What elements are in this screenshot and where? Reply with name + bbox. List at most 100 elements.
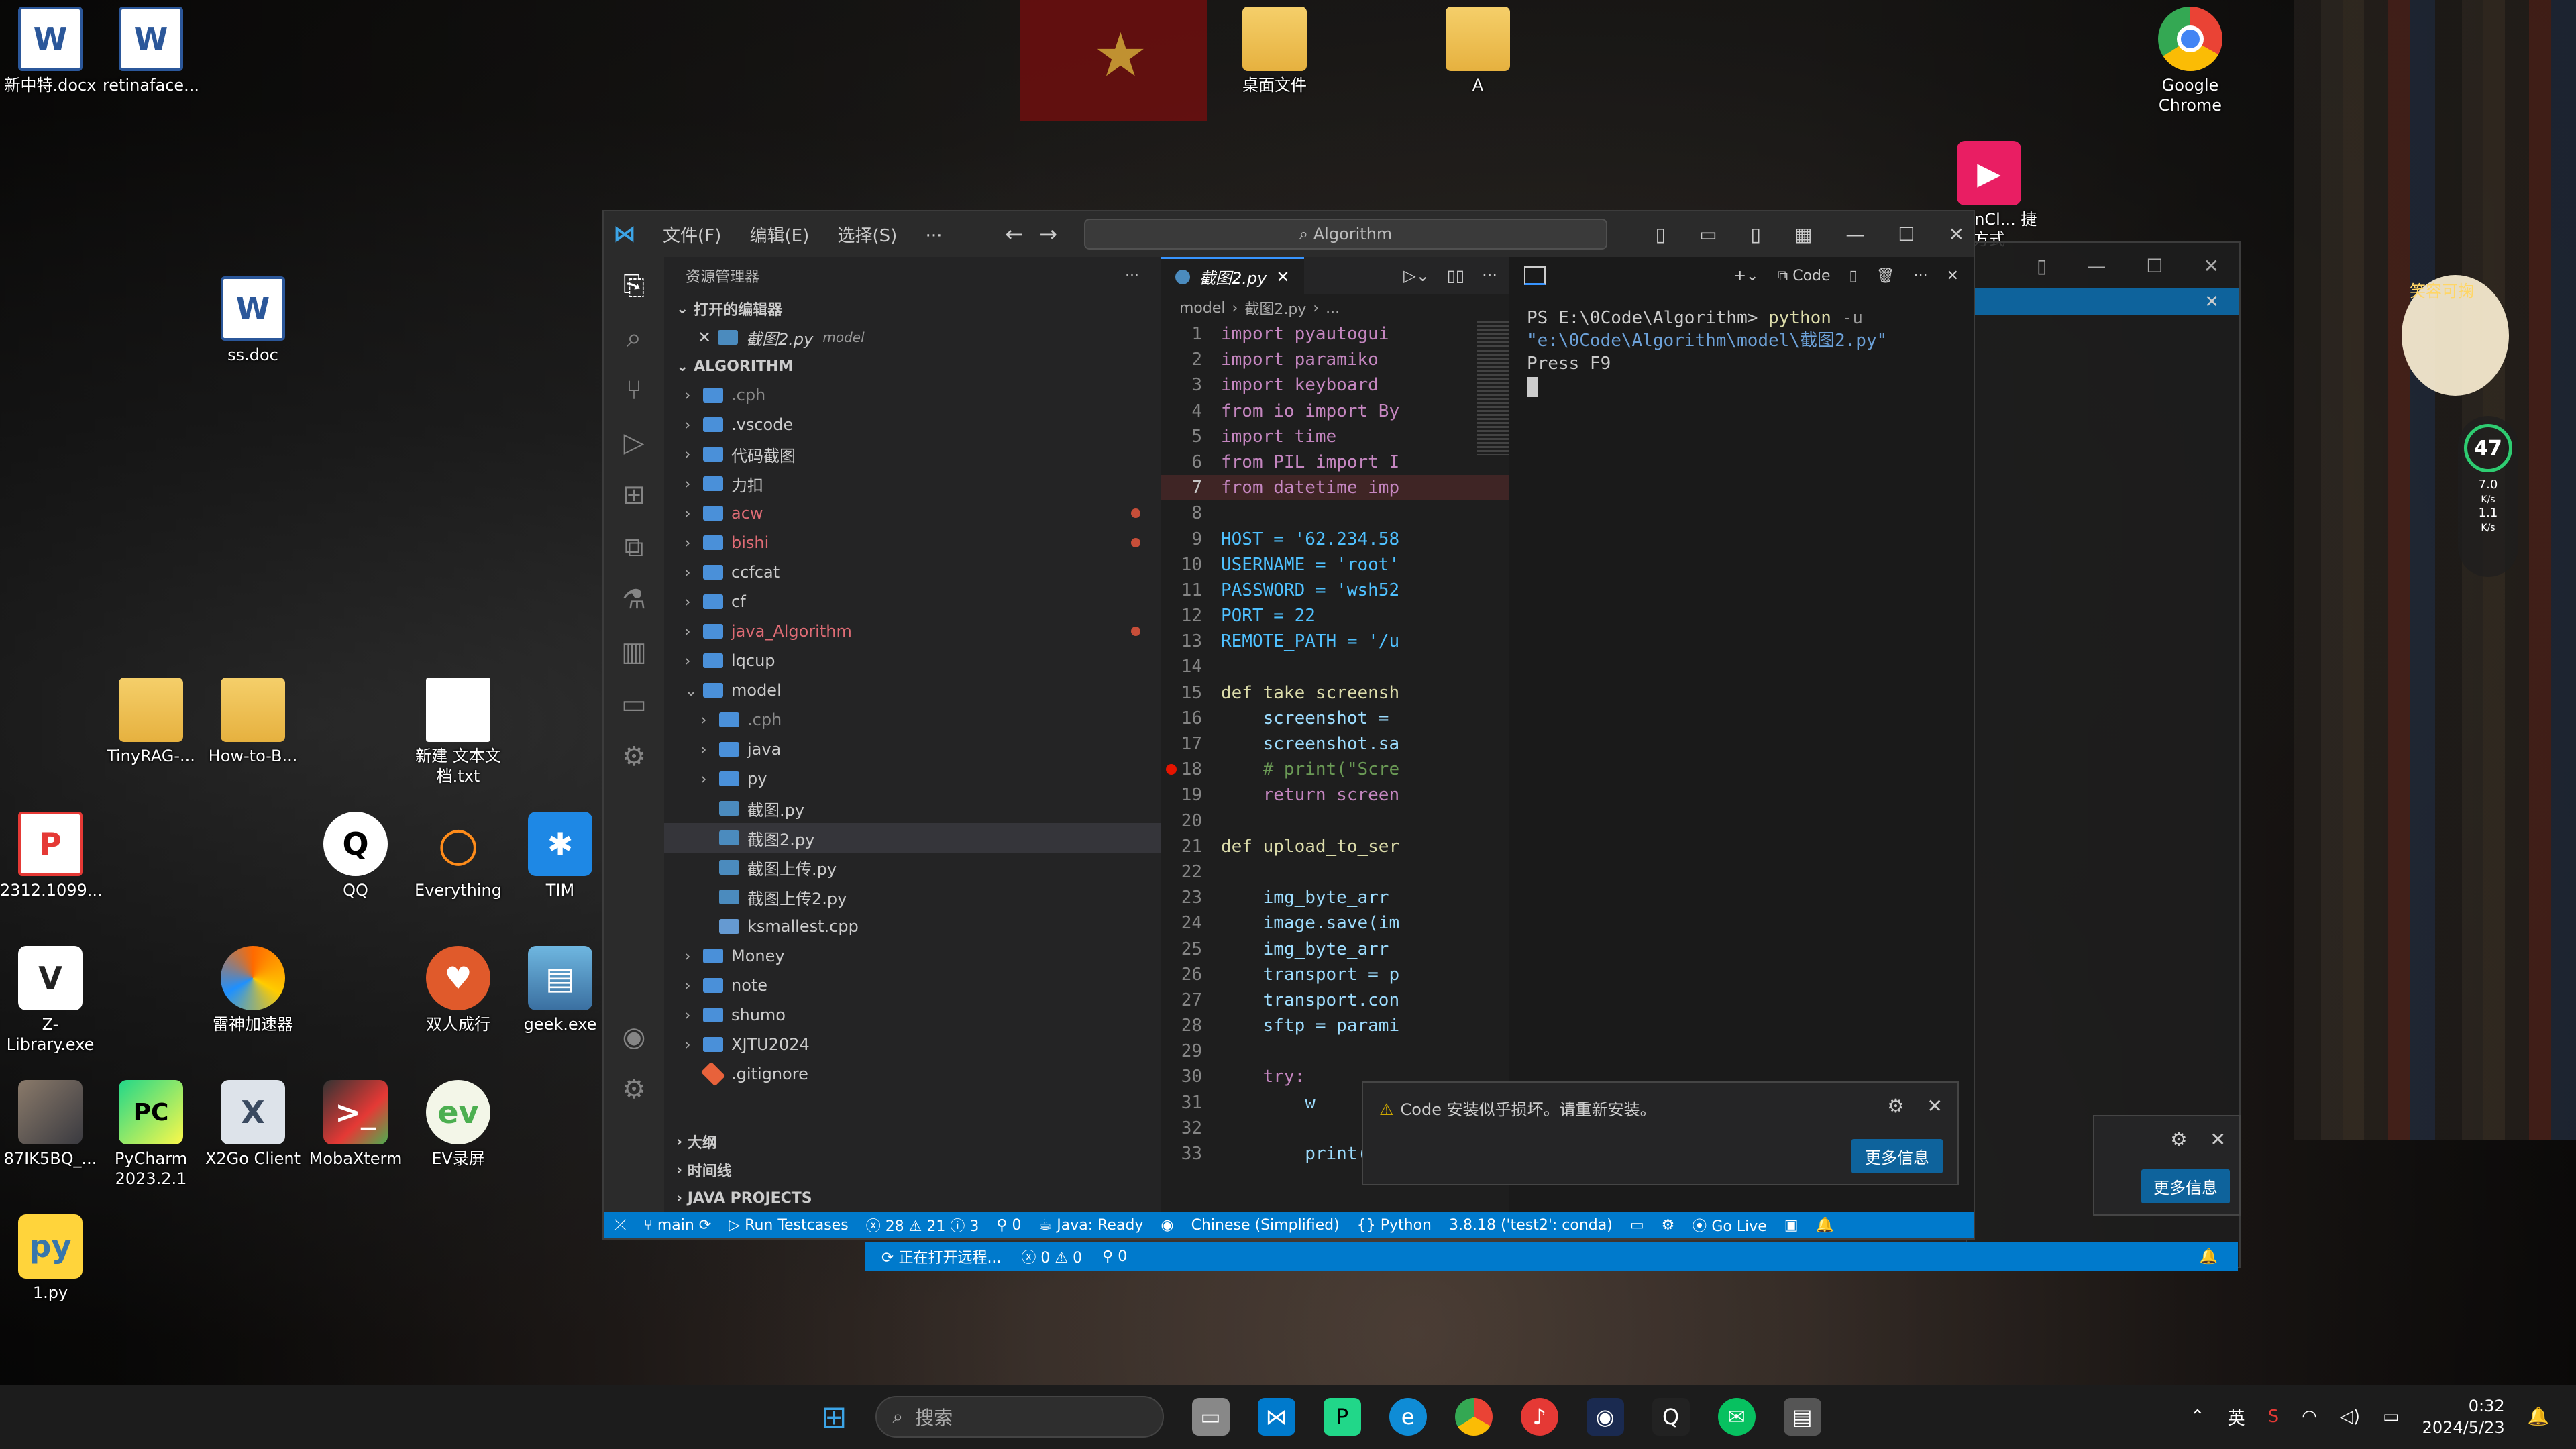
chevron-up-icon[interactable]: ⌃ <box>2190 1407 2205 1427</box>
desktop-icon[interactable]: 桌面文件 <box>1224 7 1325 95</box>
breadcrumb-item[interactable]: model <box>1179 300 1226 317</box>
breadcrumb-item[interactable]: 截图2.py <box>1244 297 1306 319</box>
desktop-icon[interactable]: V Z-Library.exe <box>0 946 101 1055</box>
clock[interactable]: 0:32 2024/5/23 <box>2422 1395 2505 1438</box>
terminal-output[interactable]: PS E:\0Code\Algorithm> python -u "e:\0Co… <box>1509 294 1974 410</box>
timeline-section[interactable]: › 时间线 <box>664 1156 1161 1184</box>
remote-status[interactable]: ⟳ 正在打开远程... <box>881 1246 1001 1267</box>
close-icon[interactable]: ✕ <box>1947 268 1959 284</box>
add-terminal-icon[interactable]: +⌄ <box>1734 268 1759 284</box>
chrome-icon[interactable] <box>1454 1398 1493 1436</box>
more-actions-icon[interactable]: ··· <box>1482 266 1497 285</box>
toggle-panel-icon[interactable]: ▭ <box>1699 223 1717 246</box>
task-view-icon[interactable]: ▭ <box>1191 1398 1230 1436</box>
desktop-icon[interactable]: ev EV录屏 <box>408 1080 508 1169</box>
notification-icon[interactable]: 🔔 <box>2528 1407 2549 1427</box>
tree-item[interactable]: › .cph <box>664 380 1161 410</box>
run-testcases[interactable]: ▷ Run Testcases <box>729 1217 848 1234</box>
pycharm-taskbar-icon[interactable]: P <box>1323 1398 1361 1436</box>
tree-item[interactable]: › acw <box>664 498 1161 528</box>
search-icon[interactable]: ⌕ <box>627 323 641 354</box>
desktop-icon[interactable]: P 2312.1099... <box>0 812 103 900</box>
copilot-icon[interactable]: ▣ <box>1784 1217 1799 1234</box>
java-projects-section[interactable]: › JAVA PROJECTS <box>664 1184 1161 1212</box>
minimize-icon[interactable]: — <box>1845 223 1864 246</box>
netease-music-icon[interactable]: ♪ <box>1520 1398 1558 1436</box>
close-icon[interactable]: ✕ <box>1276 268 1289 286</box>
back-arrow-icon[interactable]: ← <box>1005 221 1023 247</box>
desktop-icon[interactable]: Wss.doc <box>203 276 303 365</box>
mobaxterm-icon[interactable]: ▤ <box>1783 1398 1821 1436</box>
python-status[interactable]: {} Python <box>1357 1217 1432 1234</box>
tree-item[interactable]: › java_Algorithm <box>664 616 1161 646</box>
wechat-icon[interactable]: ✉ <box>1717 1398 1756 1436</box>
tree-item[interactable]: › py <box>664 764 1161 794</box>
desktop-icon[interactable]: A <box>1428 7 1528 95</box>
command-center-search[interactable]: ⌕ Algorithm <box>1083 219 1607 250</box>
close-icon[interactable]: ✕ <box>2204 255 2219 277</box>
edge-icon[interactable]: e <box>1389 1398 1427 1436</box>
interpreter-status[interactable]: 3.8.18 ('test2': conda) <box>1449 1217 1613 1234</box>
maximize-icon[interactable]: ☐ <box>1898 223 1915 246</box>
gear-icon[interactable]: ⚙ <box>1662 1217 1675 1234</box>
desktop-icon[interactable]: How-to-B... <box>203 678 303 766</box>
tree-item[interactable]: › ccfcat <box>664 557 1161 587</box>
desktop-icon[interactable]: PC PyCharm 2023.2.1 <box>101 1080 201 1189</box>
menu-more[interactable]: ··· <box>926 226 943 246</box>
gear-icon[interactable]: ⚙ <box>2170 1128 2187 1150</box>
desktop-icon[interactable]: TinyRAG-... <box>101 678 201 766</box>
open-editors-section[interactable]: ⌄ 打开的编辑器 <box>664 294 1161 323</box>
minimize-icon[interactable]: — <box>2087 255 2106 277</box>
settings-gear-icon[interactable]: ⚙ <box>622 1074 646 1105</box>
more-actions-icon[interactable]: ··· <box>1125 268 1139 284</box>
maximize-icon[interactable]: ☐ <box>2146 255 2163 277</box>
outline-section[interactable]: › 大纲 <box>664 1128 1161 1156</box>
folder-icon[interactable]: ▭ <box>621 689 647 720</box>
eye-icon[interactable]: ◉ <box>1161 1217 1173 1234</box>
ports-status[interactable]: ⚲ 0 <box>996 1217 1021 1234</box>
network-monitor-widget[interactable]: 47 7.0 K/s 1.1 K/s <box>2458 416 2518 577</box>
code-editor[interactable]: 1 import pyautogui 2 import paramiko 3 import… <box>1161 321 1509 1167</box>
testing-icon[interactable]: ⚗ <box>622 584 646 615</box>
notifications-bell-icon[interactable]: 🔔 <box>1816 1217 1834 1234</box>
tree-item[interactable]: › .cph <box>664 705 1161 735</box>
tree-item[interactable]: ⌄ model <box>664 676 1161 705</box>
menu-edit[interactable]: 编辑(E) <box>750 226 810 246</box>
desktop-icon[interactable]: 新建 文本文档.txt <box>408 678 508 786</box>
extensions-icon[interactable]: ⊞ <box>623 480 645 511</box>
open-editor-item[interactable]: ✕ 截图2.py model <box>664 323 1161 352</box>
qq-icon[interactable]: Q <box>1652 1398 1690 1436</box>
vscode-taskbar-icon[interactable]: ⋈ <box>1257 1398 1295 1436</box>
menu-file[interactable]: 文件(F) <box>663 226 721 246</box>
desktop-icon[interactable]: 87IK5BQ_... <box>0 1080 101 1169</box>
terminal-profile[interactable]: ⧉ Code <box>1778 268 1831 284</box>
remote-icon[interactable]: ⤫ <box>614 1217 627 1234</box>
breadcrumb-item[interactable]: ... <box>1326 300 1340 317</box>
terminal-icon[interactable]: ▭ <box>1630 1217 1644 1234</box>
account-icon[interactable]: ◉ <box>623 1022 646 1053</box>
terminal-icon[interactable] <box>1524 266 1546 285</box>
volume-icon[interactable]: ◁) <box>2340 1407 2360 1427</box>
workspace-root[interactable]: ⌄ ALGORITHM <box>664 352 1161 380</box>
tree-item[interactable]: › .vscode <box>664 410 1161 439</box>
toggle-sidebar-icon[interactable]: ▯ <box>1656 223 1666 246</box>
forward-arrow-icon[interactable]: → <box>1039 221 1057 247</box>
wifi-icon[interactable]: ◠ <box>2302 1407 2317 1427</box>
tree-item[interactable]: ksmallest.cpp <box>664 912 1161 941</box>
branch-status[interactable]: ⑂ main ⟳ <box>644 1217 712 1234</box>
desktop-icon[interactable]: py 1.py <box>0 1214 101 1303</box>
split-editor-icon[interactable]: ▯▯ <box>1447 266 1464 285</box>
language-status[interactable]: Chinese (Simplified) <box>1191 1217 1340 1234</box>
tree-item[interactable]: › 代码截图 <box>664 439 1161 469</box>
tree-item[interactable]: › Money <box>664 941 1161 971</box>
tree-item[interactable]: 截图上传.py <box>664 853 1161 882</box>
close-icon[interactable]: ✕ <box>698 328 718 347</box>
problems-status[interactable]: ⓧ 28 ⚠ 21 ⓘ 3 <box>866 1214 979 1236</box>
tree-item[interactable]: › note <box>664 971 1161 1000</box>
toggle-secondary-sidebar-icon[interactable]: ▯ <box>1751 223 1761 246</box>
desktop-icon[interactable]: ✱ TIM <box>510 812 610 900</box>
desktop-icon[interactable]: Wretinaface... <box>101 7 201 95</box>
problems-status[interactable]: ⓧ 0 ⚠ 0 <box>1021 1246 1082 1267</box>
close-icon[interactable]: ✕ <box>2210 1128 2226 1150</box>
desktop-icon[interactable]: Google Chrome <box>2140 7 2241 115</box>
